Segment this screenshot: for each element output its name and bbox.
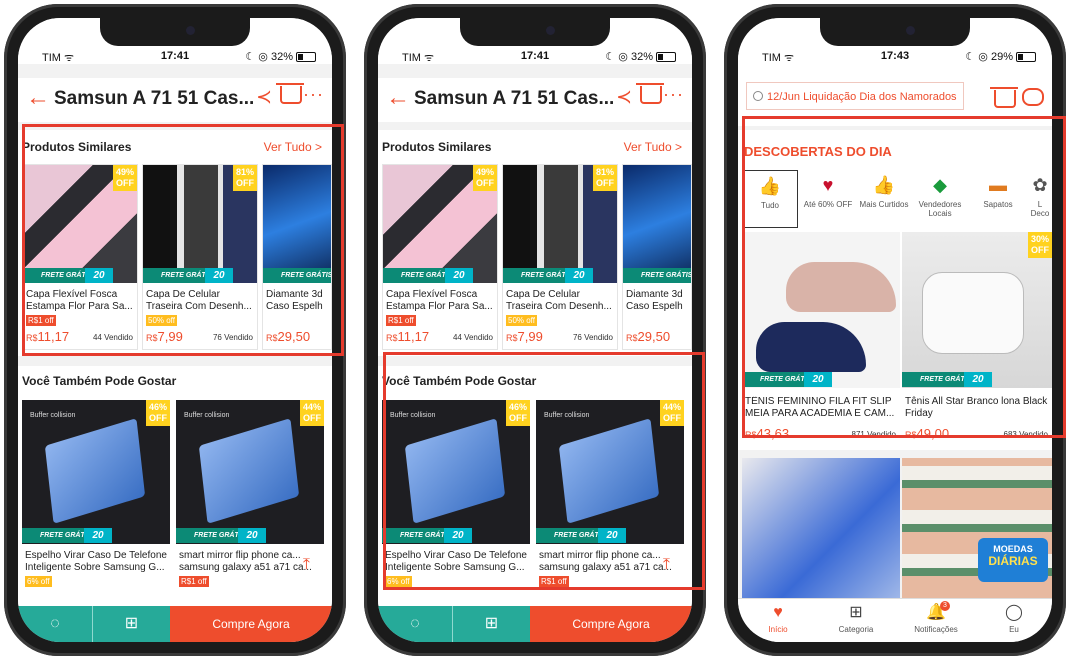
moedas-line1: MOEDAS bbox=[993, 544, 1033, 554]
discount-badge: 46% OFF bbox=[146, 400, 170, 426]
chat-icon: ◌ bbox=[50, 615, 60, 632]
sold-count: 76 Vendido bbox=[572, 333, 613, 342]
recommendations-section: Você Também Pode Gostar Buffer collision… bbox=[18, 366, 332, 606]
action-bar: ◌ ⊞ Compre Agora bbox=[378, 606, 692, 642]
free-shipping-banner: FRETE GRÁTIS 20 bbox=[383, 268, 473, 283]
tab-eu[interactable]: ◯ Eu bbox=[974, 599, 1052, 642]
action-bar: ◌ ⊞ Compre Agora bbox=[18, 606, 332, 642]
chat-button[interactable]: ◌ bbox=[378, 606, 452, 642]
add-to-cart-button[interactable]: ⊞ bbox=[92, 606, 170, 642]
buy-now-button[interactable]: Compre Agora bbox=[170, 606, 332, 642]
buy-now-button[interactable]: Compre Agora bbox=[530, 606, 692, 642]
free-shipping-banner: FRETE GRÁTIS 20 bbox=[503, 268, 593, 283]
cart-icon[interactable] bbox=[636, 83, 664, 104]
add-cart-icon: ⊞ bbox=[484, 615, 499, 632]
discount-tag: 50% off bbox=[506, 315, 537, 326]
product-card[interactable]: Buffer collision 44% OFF FRETE GRÁTIS 20 s… bbox=[176, 400, 324, 600]
bell-icon: 🔔 bbox=[926, 604, 946, 621]
user-icon: ◯ bbox=[1005, 604, 1023, 621]
moedas-line2: DIÁRIAS bbox=[988, 554, 1038, 568]
similar-products-section: Produtos Similares Ver Tudo > 49% OFF FRE… bbox=[378, 130, 692, 356]
highlight-daily-discoveries bbox=[742, 116, 1066, 438]
discount-badge: 49% OFF bbox=[473, 165, 497, 191]
product-name: Diamante 3d Caso Espelh bbox=[626, 289, 683, 312]
product-card[interactable]: Buffer collision 46% OFF FRETE GRÁTIS 20 E… bbox=[22, 400, 170, 600]
battery: ☾ ◎ 32% bbox=[605, 50, 676, 63]
chat-button[interactable]: ◌ bbox=[18, 606, 92, 642]
add-to-cart-button[interactable]: ⊞ bbox=[452, 606, 530, 642]
search-input[interactable]: 12/Jun Liquidação Dia dos Namorados bbox=[746, 82, 964, 110]
battery-icon bbox=[296, 52, 316, 63]
product-image[interactable] bbox=[742, 458, 900, 598]
battery-icon bbox=[656, 52, 676, 63]
chat-icon: ◌ bbox=[410, 615, 420, 632]
add-cart-icon: ⊞ bbox=[124, 615, 139, 632]
discount-tag: R$1 off bbox=[179, 576, 209, 587]
product-name: Capa De Celular Traseira Com Desenh... bbox=[506, 289, 612, 312]
grid-search-icon: ⊞ bbox=[849, 604, 863, 621]
sold-count: 44 Vendido bbox=[452, 333, 493, 342]
scroll-top-icon[interactable]: ⤒ bbox=[303, 556, 310, 574]
more-icon[interactable]: ··· bbox=[303, 84, 324, 105]
share-icon[interactable]: ≺ bbox=[616, 86, 632, 109]
daily-coins-button[interactable]: MOEDAS DIÁRIAS bbox=[978, 538, 1048, 582]
section-title: Você Também Pode Gostar bbox=[22, 374, 177, 388]
back-arrow-icon[interactable]: ← bbox=[386, 84, 410, 112]
app-bar: ← Samsun A 71 51 Cas... ≺ ··· bbox=[18, 78, 332, 122]
free-shipping-banner: FRETE GRÁTIS 20 bbox=[22, 528, 112, 543]
tab-notificacoes[interactable]: 🔔 3 Notificações bbox=[896, 599, 976, 642]
product-price: R$11,17 bbox=[386, 329, 430, 344]
chat-icon[interactable] bbox=[1022, 88, 1044, 106]
page-title: Samsun A 71 51 Cas... bbox=[414, 88, 615, 109]
product-image bbox=[623, 165, 691, 283]
cart-icon[interactable] bbox=[276, 83, 304, 104]
product-price: R$29,50 bbox=[626, 329, 671, 344]
discount-badge: 81% OFF bbox=[593, 165, 617, 191]
share-icon[interactable]: ≺ bbox=[256, 86, 272, 109]
app-bar: ← Samsun A 71 51 Cas... ≺ ··· bbox=[378, 78, 692, 122]
section-title: Produtos Similares bbox=[382, 140, 492, 154]
page-title: Samsun A 71 51 Cas... bbox=[54, 88, 255, 109]
more-icon[interactable]: ··· bbox=[663, 84, 684, 105]
product-price: R$7,99 bbox=[506, 329, 543, 344]
notch bbox=[460, 18, 610, 46]
product-card[interactable]: 49% OFF FRETE GRÁTIS 20 Capa Flexível Fosc… bbox=[382, 164, 498, 350]
product-name: Capa Flexível Fosca Estampa Flor Para Sa… bbox=[386, 289, 493, 312]
highlight-recommendations bbox=[383, 352, 705, 590]
free-shipping-banner: FRETE GRÁTIS bbox=[623, 268, 691, 283]
product-name: Espelho Virar Caso De Telefone Inteligen… bbox=[25, 550, 167, 573]
free-shipping-banner: FRETE GRÁTIS 20 bbox=[176, 528, 266, 543]
discount-tag: 6% off bbox=[25, 576, 52, 587]
back-arrow-icon[interactable]: ← bbox=[26, 84, 50, 112]
notch bbox=[100, 18, 250, 46]
highlight-similar-products bbox=[22, 124, 344, 356]
discount-badge: 44% OFF bbox=[300, 400, 324, 426]
home-heart-icon: ♥ bbox=[773, 604, 783, 621]
product-card[interactable]: FRETE GRÁTIS Diamante 3d Caso Espelh R$2… bbox=[622, 164, 692, 350]
battery-icon bbox=[1016, 52, 1036, 63]
notch bbox=[820, 18, 970, 46]
notification-badge: 3 bbox=[940, 601, 950, 611]
battery: ☾ ◎ 29% bbox=[965, 50, 1036, 63]
bottom-tab-bar: ♥ Início ⊞ Categoria 🔔 3 Notificações ◯ Eu bbox=[738, 598, 1052, 642]
product-name: smart mirror flip phone ca... samsung ga… bbox=[179, 550, 312, 573]
tab-inicio[interactable]: ♥ Início bbox=[738, 599, 818, 642]
discount-tag: R$1 off bbox=[386, 315, 416, 326]
battery: ☾ ◎ 32% bbox=[245, 50, 316, 63]
see-all-link[interactable]: Ver Tudo > bbox=[624, 140, 682, 154]
product-card[interactable]: 81% OFF FRETE GRÁTIS 20 Capa De Celular Tr… bbox=[502, 164, 618, 350]
cart-icon[interactable] bbox=[990, 87, 1018, 108]
tab-categoria[interactable]: ⊞ Categoria bbox=[816, 599, 896, 642]
